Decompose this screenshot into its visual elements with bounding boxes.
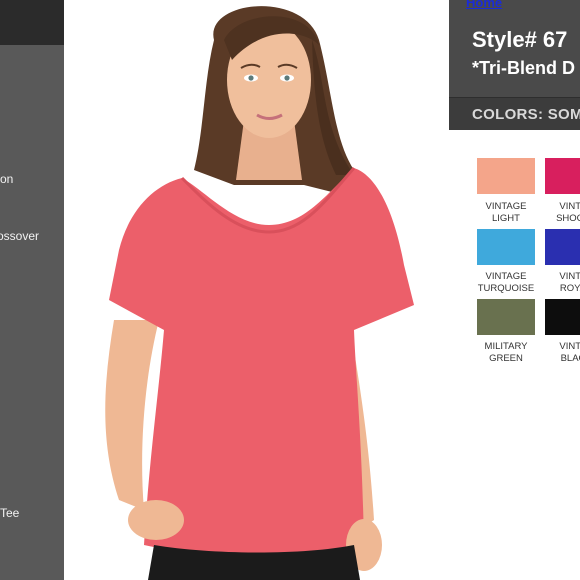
swatch-label-line1: VINTA bbox=[559, 341, 580, 352]
sidebar-item-2[interactable]: rossover bbox=[0, 229, 39, 243]
category-sidebar: on rossover Tee bbox=[0, 0, 64, 580]
swatch-vintage-royal[interactable] bbox=[545, 229, 580, 265]
swatch-label-line1: VINTA bbox=[559, 271, 580, 282]
swatch-label-line2: BLAC bbox=[560, 353, 580, 364]
swatch-label-vintage-black: VINTA BLAC bbox=[535, 341, 580, 365]
product-description: *Tri-Blend D bbox=[472, 58, 576, 78]
swatch-label-vintage-royal: VINTA ROYA bbox=[535, 271, 580, 295]
colors-bar: COLORS: SOM bbox=[449, 97, 580, 130]
swatch-label-line2: TURQUOISE bbox=[477, 283, 535, 294]
swatch-vintage-shocking[interactable] bbox=[545, 158, 580, 194]
swatch-military-green[interactable] bbox=[477, 299, 535, 335]
swatch-label-line2: LIGHT bbox=[492, 213, 520, 224]
swatch-vintage-black[interactable] bbox=[545, 299, 580, 335]
swatch-label-line2: SHOCK bbox=[556, 213, 580, 224]
sidebar-header bbox=[0, 0, 64, 45]
swatch-label-line1: VINTAGE bbox=[485, 201, 527, 212]
home-link[interactable]: Home bbox=[466, 0, 502, 10]
swatch-label-line1: MILITARY bbox=[484, 341, 528, 352]
swatch-vintage-turquoise[interactable] bbox=[477, 229, 535, 265]
sidebar-item-1[interactable]: on bbox=[0, 172, 13, 186]
swatch-label-military-green: MILITARY GREEN bbox=[468, 341, 544, 365]
swatch-vintage-light[interactable] bbox=[477, 158, 535, 194]
swatch-label-line1: VINTAGE bbox=[485, 271, 527, 282]
swatch-label-vintage-turquoise: VINTAGE TURQUOISE bbox=[468, 271, 544, 295]
swatch-label-vintage-shocking: VINTA SHOCK bbox=[535, 201, 580, 225]
sidebar-item-3[interactable]: Tee bbox=[0, 506, 19, 520]
swatch-label-vintage-light: VINTAGE LIGHT bbox=[468, 201, 544, 225]
swatch-label-line2: ROYA bbox=[559, 283, 580, 294]
style-number: Style# 67 bbox=[472, 27, 568, 52]
colors-label: COLORS: SOM bbox=[472, 106, 580, 123]
swatch-label-line2: GREEN bbox=[489, 353, 523, 364]
model-wearing-tee-image bbox=[105, 6, 414, 580]
product-header: Home Style# 67 *Tri-Blend D COLORS: SOM bbox=[449, 0, 580, 130]
product-photo bbox=[64, 0, 450, 580]
swatch-label-line1: VINTA bbox=[559, 201, 580, 212]
